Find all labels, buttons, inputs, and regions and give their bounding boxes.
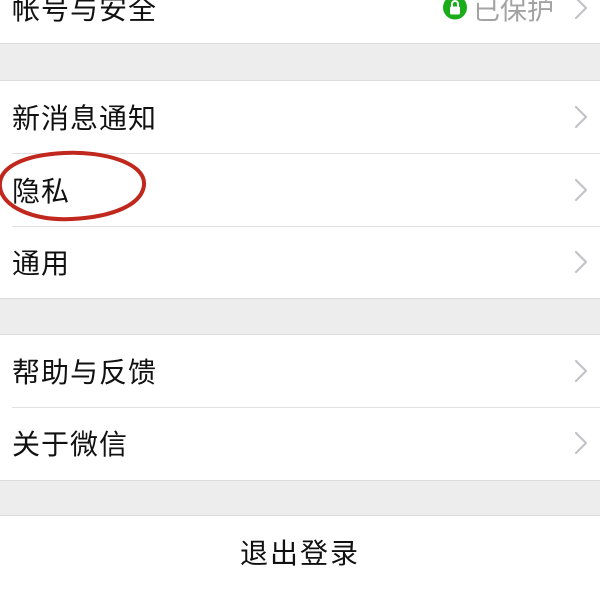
security-status-text: 已保护 [473, 0, 554, 26]
general-settings-group: 新消息通知 隐私 通用 [0, 80, 600, 299]
account-security-label: 帐号与安全 [12, 0, 158, 26]
about-wechat-label: 关于微信 [12, 428, 129, 461]
chevron-right-icon [574, 105, 588, 129]
lock-icon [443, 0, 467, 20]
general-label: 通用 [12, 247, 71, 280]
chevron-right-icon [574, 250, 588, 274]
chevron-right-icon [574, 0, 588, 20]
new-message-notification-row[interactable]: 新消息通知 [0, 81, 600, 153]
security-status: 已保护 [443, 0, 554, 27]
about-wechat-row[interactable]: 关于微信 [0, 407, 600, 479]
chevron-right-icon [574, 431, 588, 455]
logout-label: 退出登录 [239, 537, 360, 570]
chevron-right-icon [574, 359, 588, 383]
logout-group: 退出登录 [0, 515, 600, 589]
account-security-row[interactable]: 帐号与安全 已保护 [0, 0, 600, 43]
help-feedback-row[interactable]: 帮助与反馈 [0, 335, 600, 407]
account-group: 帐号与安全 已保护 [0, 0, 600, 44]
privacy-label: 隐私 [12, 174, 71, 208]
new-message-notification-label: 新消息通知 [12, 102, 158, 135]
chevron-right-icon [574, 178, 588, 202]
general-row[interactable]: 通用 [0, 226, 600, 298]
help-feedback-label: 帮助与反馈 [12, 356, 158, 389]
logout-button[interactable]: 退出登录 [0, 516, 600, 588]
help-about-group: 帮助与反馈 关于微信 [0, 334, 600, 481]
privacy-row[interactable]: 隐私 [0, 153, 600, 226]
